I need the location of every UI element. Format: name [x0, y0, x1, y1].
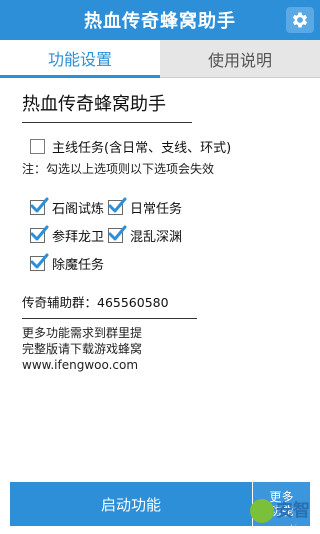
settings-button[interactable] — [286, 7, 314, 33]
gear-icon — [292, 12, 308, 28]
main-quest-checkbox[interactable] — [30, 139, 45, 154]
option-checkbox[interactable] — [108, 225, 127, 243]
option-checkbox[interactable] — [108, 197, 127, 215]
option-label: 参拜龙卫 — [52, 230, 105, 245]
option-label: 日常任务 — [130, 202, 183, 217]
checkmark-icon — [108, 225, 127, 241]
section-heading: 热血传奇蜂窝助手 — [22, 90, 192, 123]
title-bar: 热血传奇蜂窝助手 — [0, 0, 320, 40]
main-quest-label: 主线任务(含日常、支线、环式) — [52, 141, 232, 156]
website-link[interactable]: www.ifengwoo.com — [22, 357, 142, 373]
option-stone-pavilion[interactable]: 石阁试炼 — [30, 197, 105, 217]
more-label: 功能 — [269, 504, 294, 518]
main-quest-option[interactable]: 主线任务(含日常、支线、环式) — [30, 137, 231, 156]
option-checkbox[interactable] — [30, 225, 49, 243]
tab-instructions[interactable]: 使用说明 — [160, 40, 320, 78]
tab-label: 功能设置 — [47, 49, 112, 69]
option-label: 除魔任务 — [52, 258, 105, 273]
note-text: 注：勾选以上选项则以下选项会失效 — [22, 162, 215, 176]
option-worship-dragon[interactable]: 参拜龙卫 — [30, 225, 105, 245]
tab-function-settings[interactable]: 功能设置 — [0, 40, 160, 78]
option-daily-task[interactable]: 日常任务 — [108, 197, 183, 217]
checkmark-icon — [108, 197, 127, 213]
option-checkbox[interactable] — [30, 253, 49, 271]
info-line: 更多功能需求到群里提 — [22, 326, 143, 340]
start-function-button[interactable]: 启动功能 — [10, 482, 252, 526]
checkmark-icon — [30, 225, 49, 241]
tab-label: 使用说明 — [207, 50, 272, 70]
info-text: 更多功能需求到群里提 完整版请下载游戏蜂窝 www.ifengwoo.com — [22, 325, 142, 373]
checkmark-icon — [30, 197, 49, 213]
app-title: 热血传奇蜂窝助手 — [84, 11, 236, 32]
checkmark-icon — [30, 253, 49, 269]
option-label: 石阁试炼 — [52, 202, 105, 217]
option-checkbox[interactable] — [30, 197, 49, 215]
option-label: 混乱深渊 — [130, 230, 183, 245]
option-demon-slaying[interactable]: 除魔任务 — [30, 253, 105, 273]
option-chaos-abyss[interactable]: 混乱深渊 — [108, 225, 183, 245]
info-line: 完整版请下载游戏蜂窝 — [22, 342, 143, 356]
more-label: 更多 — [269, 490, 294, 504]
start-label: 启动功能 — [100, 495, 161, 514]
tab-bar: 功能设置 使用说明 — [0, 40, 320, 78]
qq-group-text: 传奇辅助群：465560580 — [22, 292, 197, 319]
bottom-bar: 启动功能 更多 功能 — [10, 482, 310, 526]
more-functions-button[interactable]: 更多 功能 — [252, 482, 310, 526]
